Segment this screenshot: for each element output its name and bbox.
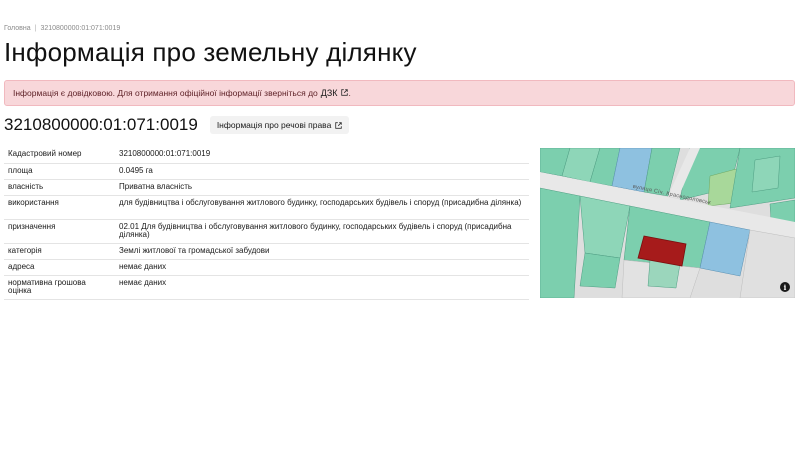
detail-key: Кадастровий номер [4,147,115,164]
external-link-icon[interactable] [340,88,348,96]
breadcrumb-current: 3210800000:01:071:0019 [40,25,121,32]
info-alert: Інформація є довідковою. Для отримання о… [4,80,795,106]
detail-value: немає даних [115,259,529,276]
table-row: нормативна грошова оцінка немає даних [4,275,529,300]
parcel-details-table: Кадастровий номер 3210800000:01:071:0019… [4,147,529,300]
property-rights-button-label: Інформація про речові права [216,120,332,130]
detail-key: нормативна грошова оцінка [4,275,115,300]
external-link-icon [335,121,343,129]
detail-value: Приватна власність [115,179,529,196]
table-row: площа 0.0495 га [4,163,529,180]
detail-key: використання [4,195,115,220]
page-title: Інформація про земельну ділянку [4,37,417,67]
alert-text: Інформація є довідковою. Для отримання о… [13,88,318,98]
cadastral-header: 3210800000:01:071:0019 Інформація про ре… [4,115,350,135]
detail-key: площа [4,163,115,180]
table-row: адреса немає даних [4,259,529,276]
map-canvas[interactable] [540,148,795,298]
table-row: призначення 02.01 Для будівництва і обсл… [4,219,529,244]
detail-value: Землі житлової та громадської забудови [115,243,529,260]
detail-key: призначення [4,219,115,244]
detail-value: немає даних [115,275,529,300]
detail-key: категорія [4,243,115,260]
table-row: власність Приватна власність [4,179,529,196]
breadcrumb-separator: | [34,25,37,32]
info-icon[interactable]: i [780,282,790,292]
dzk-link[interactable]: ДЗК [321,88,338,98]
parcel-map[interactable]: вулиця Січ. Краснодоловськ i [540,148,795,298]
detail-key: власність [4,179,115,196]
breadcrumb-home-link[interactable]: Головна [4,25,31,32]
detail-value: 0.0495 га [115,163,529,180]
table-row: Кадастровий номер 3210800000:01:071:0019 [4,147,529,164]
detail-value: для будівництва і обслуговування житлово… [115,195,529,220]
detail-value: 3210800000:01:071:0019 [115,147,529,164]
breadcrumb: Головна | 3210800000:01:071:0019 [4,25,120,32]
table-row: використання для будівництва і обслугову… [4,195,529,220]
detail-key: адреса [4,259,115,276]
table-row: категорія Землі житлової та громадської … [4,243,529,260]
cadastral-number-heading: 3210800000:01:071:0019 [4,115,198,134]
property-rights-button[interactable]: Інформація про речові права [209,116,350,134]
detail-value: 02.01 Для будівництва і обслуговування ж… [115,219,529,244]
alert-suffix: . [348,88,351,98]
